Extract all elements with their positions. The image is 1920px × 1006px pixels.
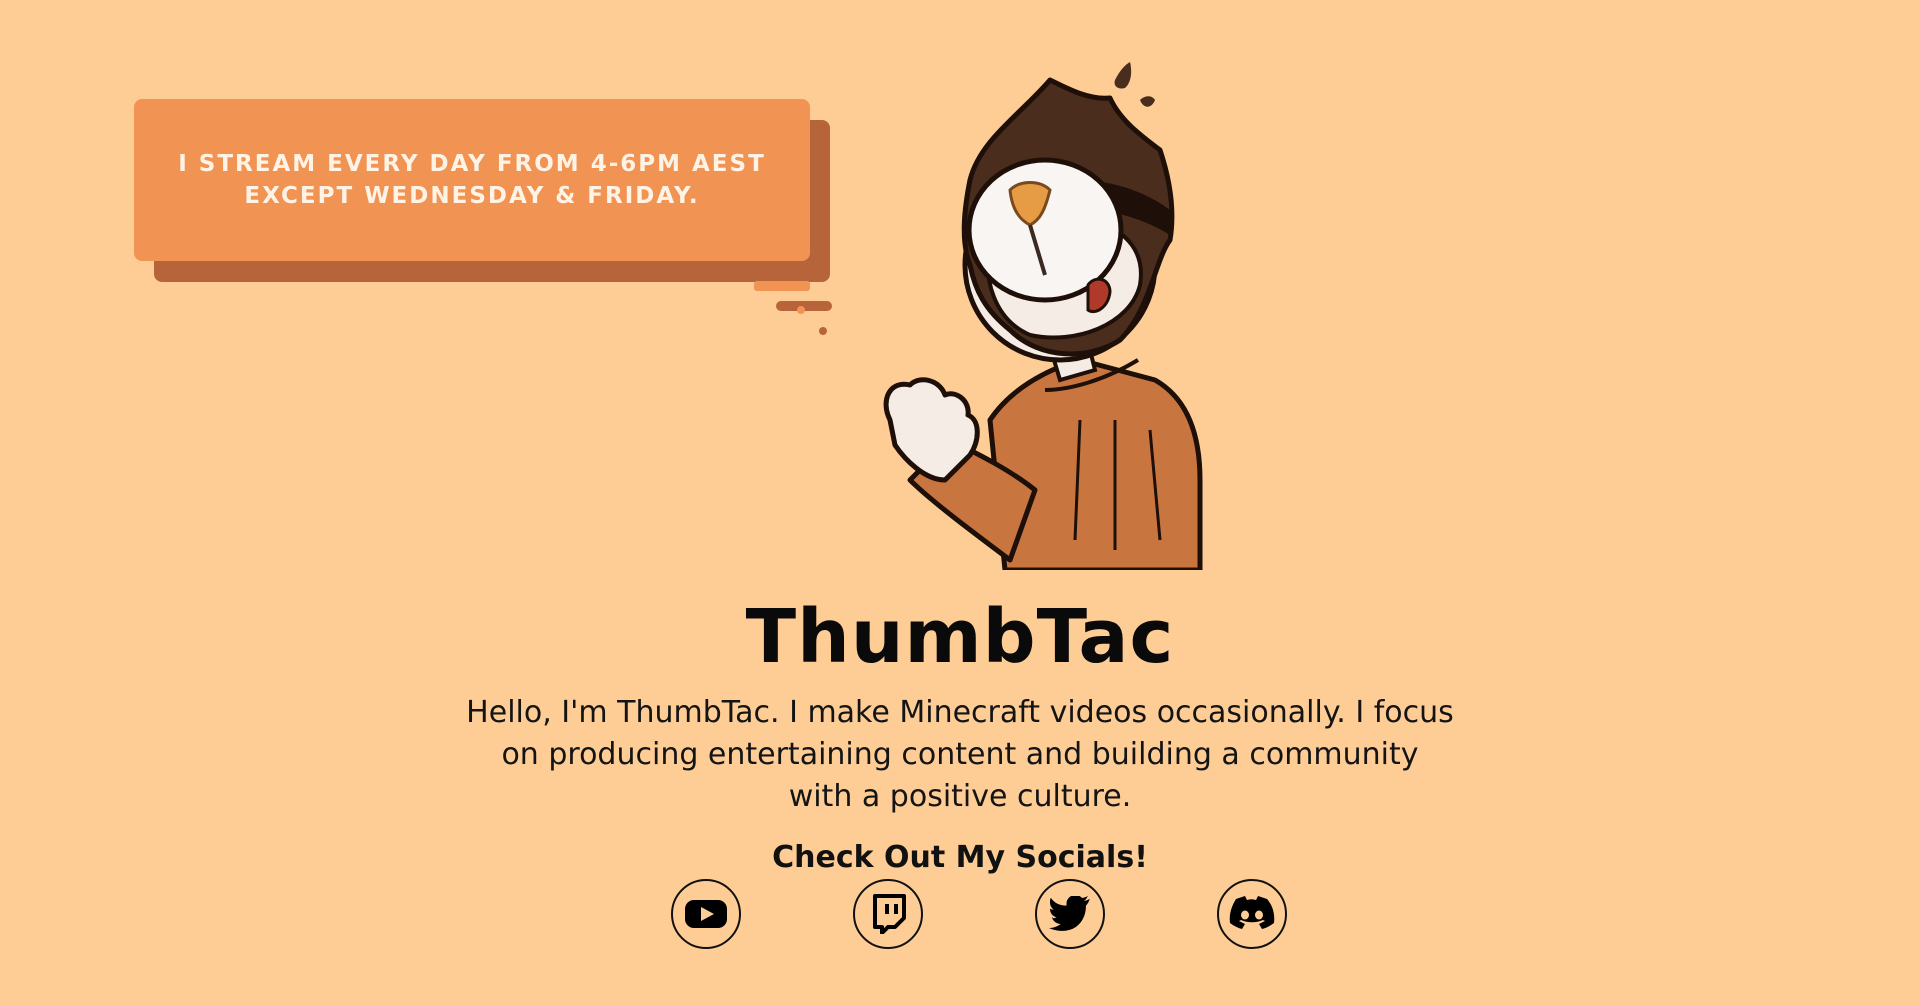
channel-bio: Hello, I'm ThumbTac. I make Minecraft vi… [460, 692, 1460, 818]
socials-heading: Check Out My Socials! [772, 840, 1148, 875]
bio-line-3: with a positive culture. [788, 779, 1132, 814]
twitch-icon [873, 894, 906, 934]
speech-bubble-tail-dot [797, 306, 805, 314]
twitch-link[interactable] [853, 879, 923, 949]
speech-bubble-tail [754, 281, 810, 291]
speech-bubble-tail-dot [819, 327, 827, 335]
stream-schedule-line-1: I STREAM EVERY DAY FROM 4-6PM AEST [178, 151, 766, 177]
stream-schedule-bubble: I STREAM EVERY DAY FROM 4-6PM AEST EXCEP… [134, 99, 810, 261]
page: I STREAM EVERY DAY FROM 4-6PM AEST EXCEP… [0, 0, 1920, 1006]
channel-name: ThumbTac [745, 594, 1175, 680]
discord-link[interactable] [1217, 879, 1287, 949]
bio-line-1: Hello, I'm ThumbTac. I make Minecraft vi… [466, 695, 1454, 730]
thumbtac-avatar-illustration [883, 62, 1203, 570]
bio-line-2: on producing entertaining content and bu… [501, 737, 1419, 772]
discord-icon [1229, 896, 1275, 929]
twitter-icon [1049, 896, 1090, 931]
stream-schedule-line-2: EXCEPT WEDNESDAY & FRIDAY. [244, 183, 700, 209]
twitter-link[interactable] [1035, 879, 1105, 949]
youtube-icon [685, 900, 727, 928]
youtube-link[interactable] [671, 879, 741, 949]
